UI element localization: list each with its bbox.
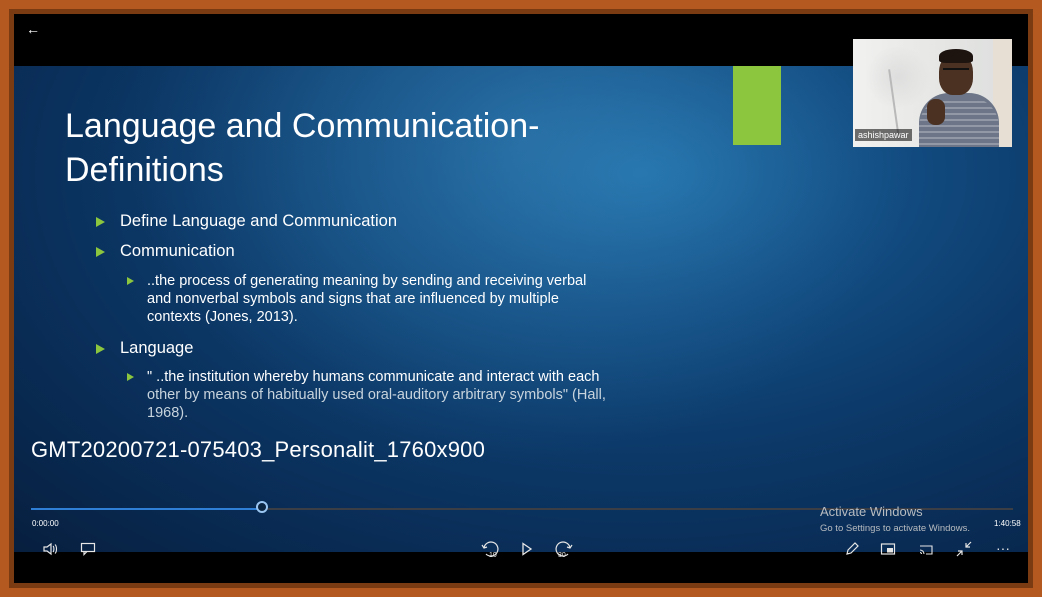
communication-definition-line2: and nonverbal symbols and signs that are… (147, 291, 559, 307)
more-icon[interactable]: ··· (992, 540, 1014, 556)
slide-title-line2: Definitions (65, 151, 224, 189)
exit-fullscreen-icon[interactable] (956, 541, 974, 557)
captions-icon[interactable] (80, 541, 98, 557)
total-time: 1:40:58 (994, 519, 1021, 528)
bullet-define: Define Language and Communication (120, 212, 398, 230)
activate-windows-title: Activate Windows (820, 504, 923, 519)
video-title: GMT20200721-075403_Personalit_1760x900 (31, 437, 486, 462)
volume-icon[interactable] (42, 541, 62, 557)
bullet-language: Language (120, 339, 194, 357)
outer-frame: ← Language and Communication- Definition… (0, 0, 1042, 597)
slide-title: Language and Communication- Definitions (65, 104, 685, 192)
miniview-icon[interactable] (880, 541, 898, 557)
participant-name: ashishpawar (855, 129, 912, 141)
bullet-communication: Communication (120, 242, 235, 260)
rewind-seconds: 10 (489, 552, 497, 559)
pen-icon[interactable] (844, 541, 862, 557)
back-arrow-icon[interactable]: ← (20, 18, 46, 40)
forward-seconds: 30 (558, 552, 566, 559)
video-player[interactable]: ← Language and Communication- Definition… (14, 14, 1028, 583)
language-definition-line2: other by means of habitually used oral-a… (147, 387, 606, 403)
communication-definition-line1: ..the process of generating meaning by s… (147, 273, 587, 289)
forward-30-icon[interactable]: 30 (554, 541, 574, 559)
activate-windows-subtitle: Go to Settings to activate Windows. (820, 523, 970, 534)
seek-thumb[interactable] (255, 501, 268, 513)
sub-bullet-arrow-icon (127, 277, 134, 285)
casting-icon[interactable] (918, 541, 936, 557)
communication-definition-line3: contexts (Jones, 2013). (147, 309, 298, 325)
bullet-arrow-icon (96, 344, 105, 354)
webcam-thumbnail: ashishpawar (853, 39, 1012, 147)
seek-bar-progress (31, 508, 262, 510)
play-icon[interactable] (520, 541, 536, 557)
slide-title-line1: Language and Communication- (65, 107, 540, 145)
elapsed-time: 0:00:00 (32, 519, 59, 528)
rewind-10-icon[interactable]: 10 (480, 541, 500, 559)
language-definition-line3: 1968). (147, 405, 189, 421)
bullet-arrow-icon (96, 247, 105, 257)
sub-bullet-arrow-icon (127, 373, 134, 381)
language-definition-line1: " ..the institution whereby humans commu… (147, 369, 600, 385)
slide-accent-bar (733, 66, 781, 145)
bullet-arrow-icon (96, 217, 105, 227)
